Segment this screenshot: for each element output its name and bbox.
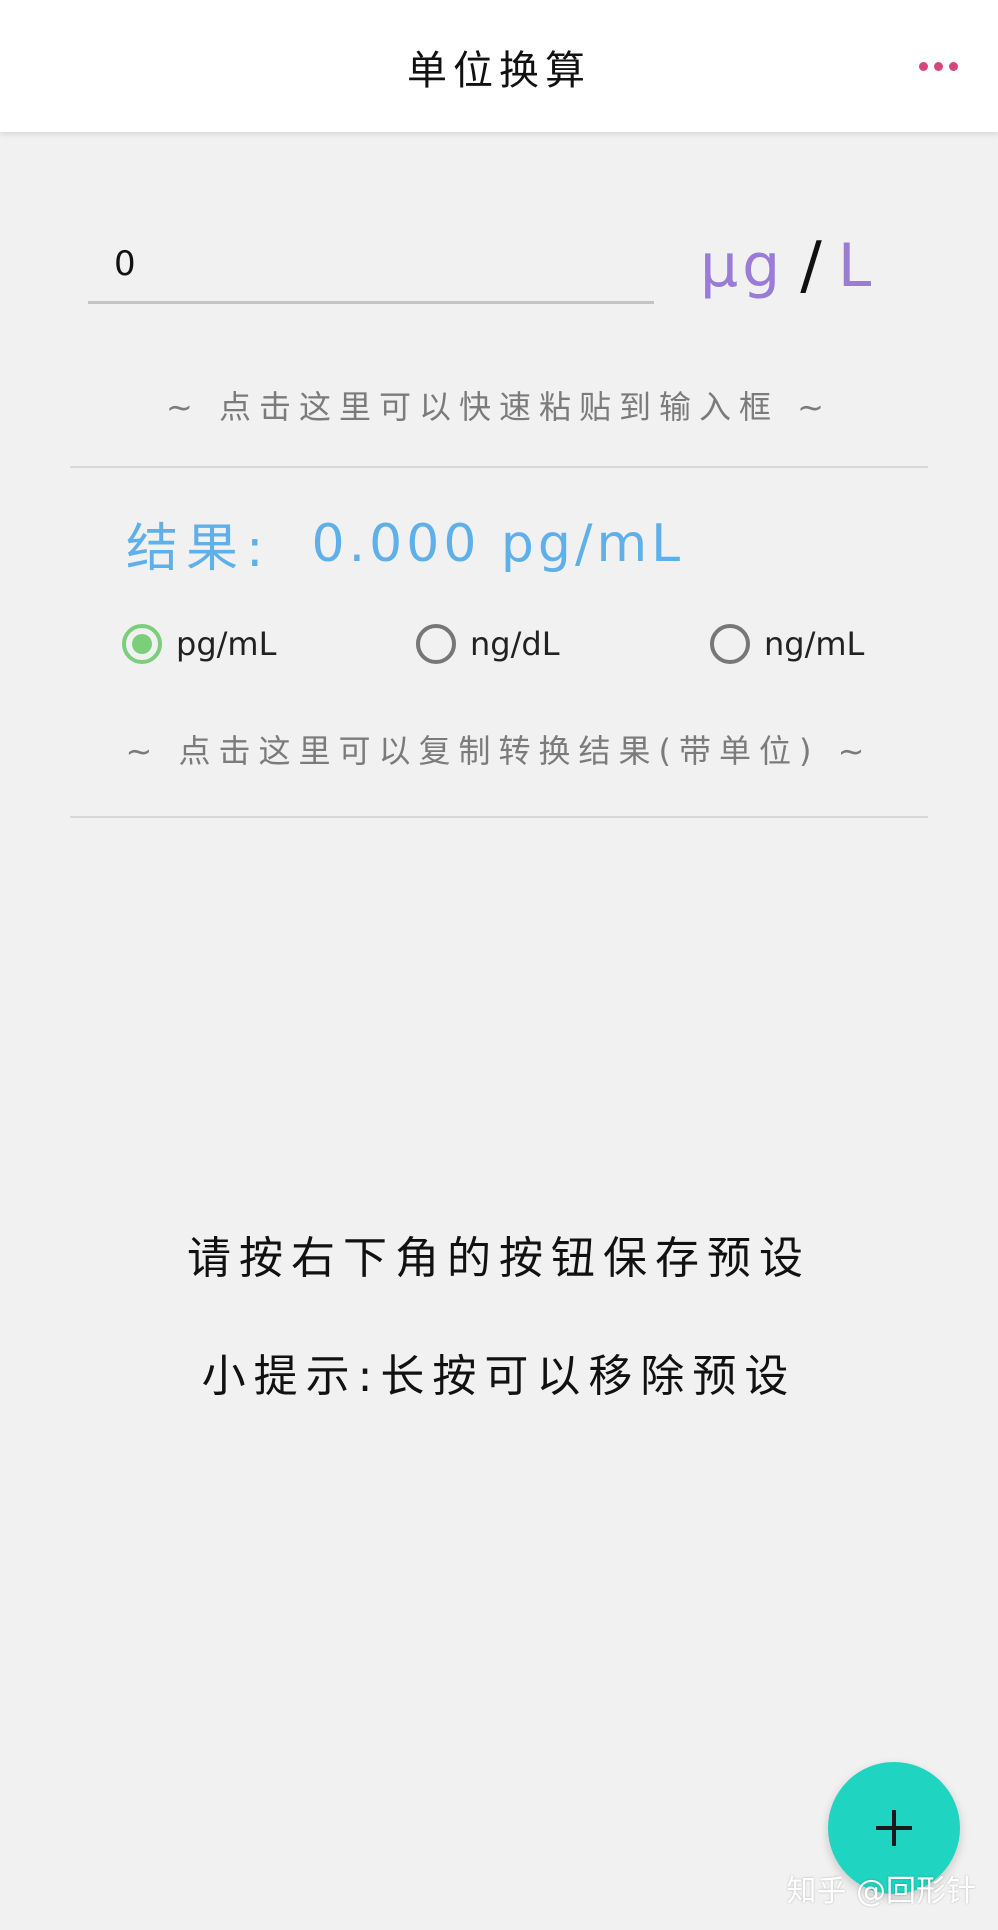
plus-icon <box>876 1810 912 1846</box>
radio-ng-ml[interactable]: ng/mL <box>710 614 864 674</box>
radio-label: pg/mL <box>176 625 277 663</box>
copy-hint[interactable]: ~ 点击这里可以复制转换结果(带单位) ~ <box>0 726 998 772</box>
divider <box>70 466 928 468</box>
more-horizontal-icon <box>918 61 958 71</box>
radio-label: ng/mL <box>764 625 865 663</box>
unit-numerator: μg <box>700 231 785 301</box>
value-input[interactable] <box>88 226 654 304</box>
paste-hint[interactable]: ~ 点击这里可以快速粘贴到输入框 ~ <box>0 382 998 428</box>
page-title: 单位换算 <box>407 48 591 94</box>
presets-empty-message: 请按右下角的按钮保存预设 <box>187 1233 811 1284</box>
result-label: 结果: <box>126 519 272 579</box>
radio-label: ng/dL <box>470 625 560 663</box>
unit-denominator: L <box>837 231 872 301</box>
watermark: 知乎 @回形针 <box>786 1874 976 1909</box>
unit-slash: / <box>800 229 822 303</box>
source-unit-selector[interactable]: μg / L <box>700 226 871 306</box>
radio-pg-ml[interactable]: pg/mL <box>122 614 276 674</box>
more-options-button[interactable] <box>908 44 968 88</box>
app-bar: 单位换算 <box>0 0 998 132</box>
result-value: 0.000 pg/mL <box>311 513 685 574</box>
divider <box>70 816 928 818</box>
radio-unselected-icon <box>710 624 750 664</box>
radio-selected-icon <box>122 624 162 664</box>
radio-ng-dl[interactable]: ng/dL <box>416 614 560 674</box>
target-unit-group: pg/mL ng/dL ng/mL <box>0 614 998 674</box>
result-display: 结果: 0.000 pg/mL <box>126 506 684 581</box>
radio-unselected-icon <box>416 624 456 664</box>
presets-tip: 小提示:长按可以移除预设 <box>201 1351 797 1402</box>
